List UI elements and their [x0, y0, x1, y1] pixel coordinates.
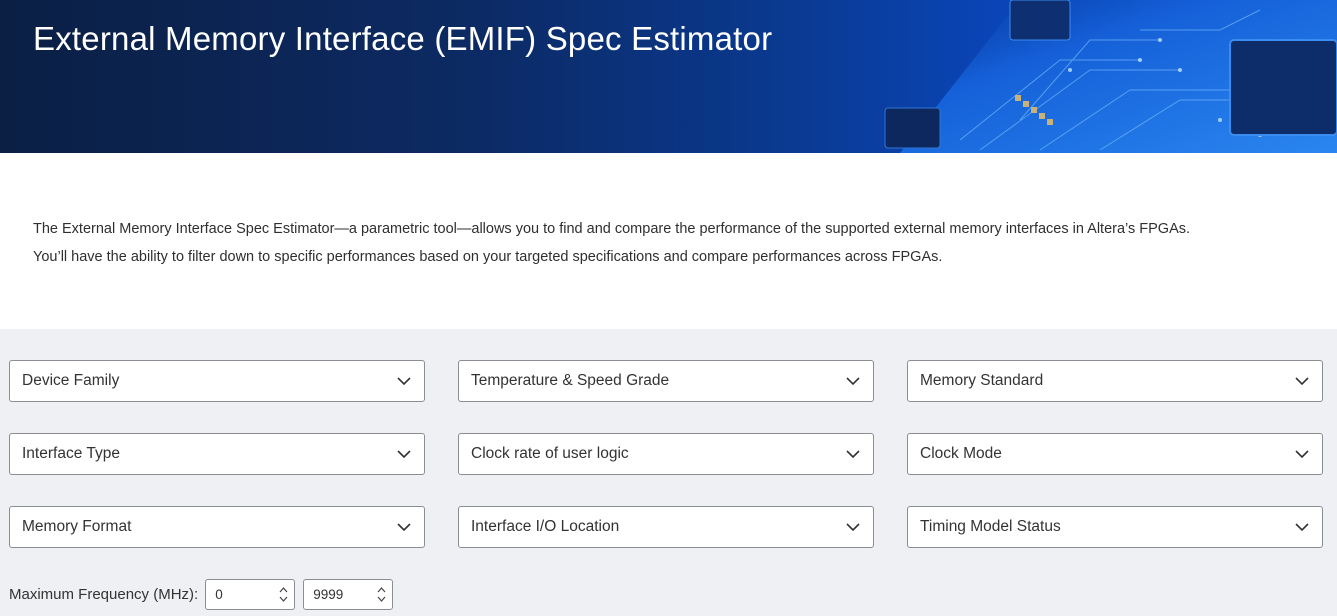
chevron-down-icon	[1294, 446, 1310, 462]
temperature-speed-grade-dropdown[interactable]: Temperature & Speed Grade	[458, 360, 874, 402]
chevron-down-icon	[845, 373, 861, 389]
chevron-down-icon[interactable]	[377, 596, 386, 602]
stepper-arrows	[377, 587, 386, 602]
clock-mode-dropdown[interactable]: Clock Mode	[907, 433, 1323, 475]
chevron-down-icon	[396, 519, 412, 535]
chevron-down-icon	[1294, 519, 1310, 535]
dropdown-label: Timing Model Status	[920, 518, 1061, 535]
chevron-down-icon	[1294, 373, 1310, 389]
filter-panel: Device Family Temperature & Speed Grade …	[0, 329, 1337, 616]
device-family-dropdown[interactable]: Device Family	[9, 360, 425, 402]
memory-standard-dropdown[interactable]: Memory Standard	[907, 360, 1323, 402]
max-frequency-stepper[interactable]: 9999	[303, 579, 394, 610]
dropdown-label: Interface Type	[22, 445, 120, 462]
filter-grid: Device Family Temperature & Speed Grade …	[9, 360, 1328, 548]
max-frequency-filter: Maximum Frequency (MHz): 0 9999	[9, 579, 1328, 610]
dropdown-label: Device Family	[22, 372, 120, 389]
intro-section: The External Memory Interface Spec Estim…	[0, 153, 1337, 329]
circuit-board-illustration	[884, 0, 1337, 153]
chevron-up-icon[interactable]	[279, 587, 288, 593]
interface-type-dropdown[interactable]: Interface Type	[9, 433, 425, 475]
chevron-down-icon	[845, 446, 861, 462]
interface-io-location-dropdown[interactable]: Interface I/O Location	[458, 506, 874, 548]
chevron-up-icon[interactable]	[377, 587, 386, 593]
clock-rate-user-logic-dropdown[interactable]: Clock rate of user logic	[458, 433, 874, 475]
max-frequency-value[interactable]: 9999	[313, 587, 343, 602]
dropdown-label: Temperature & Speed Grade	[471, 372, 670, 389]
page-title: External Memory Interface (EMIF) Spec Es…	[33, 20, 773, 57]
intro-line-1: The External Memory Interface Spec Estim…	[33, 221, 1191, 237]
intro-line-2: You’ll have the ability to filter down t…	[33, 249, 943, 265]
stepper-arrows	[279, 587, 288, 602]
dropdown-label: Memory Format	[22, 518, 132, 535]
chevron-down-icon	[845, 519, 861, 535]
hero-banner: External Memory Interface (EMIF) Spec Es…	[0, 0, 1337, 153]
dropdown-label: Clock rate of user logic	[471, 445, 629, 462]
timing-model-status-dropdown[interactable]: Timing Model Status	[907, 506, 1323, 548]
dropdown-label: Memory Standard	[920, 372, 1044, 389]
dropdown-label: Interface I/O Location	[471, 518, 620, 535]
chevron-down-icon[interactable]	[279, 596, 288, 602]
max-frequency-label: Maximum Frequency (MHz):	[9, 586, 199, 603]
chevron-down-icon	[396, 446, 412, 462]
min-frequency-stepper[interactable]: 0	[205, 579, 296, 610]
dropdown-label: Clock Mode	[920, 445, 1002, 462]
chevron-down-icon	[396, 373, 412, 389]
memory-format-dropdown[interactable]: Memory Format	[9, 506, 425, 548]
min-frequency-value[interactable]: 0	[215, 587, 223, 602]
